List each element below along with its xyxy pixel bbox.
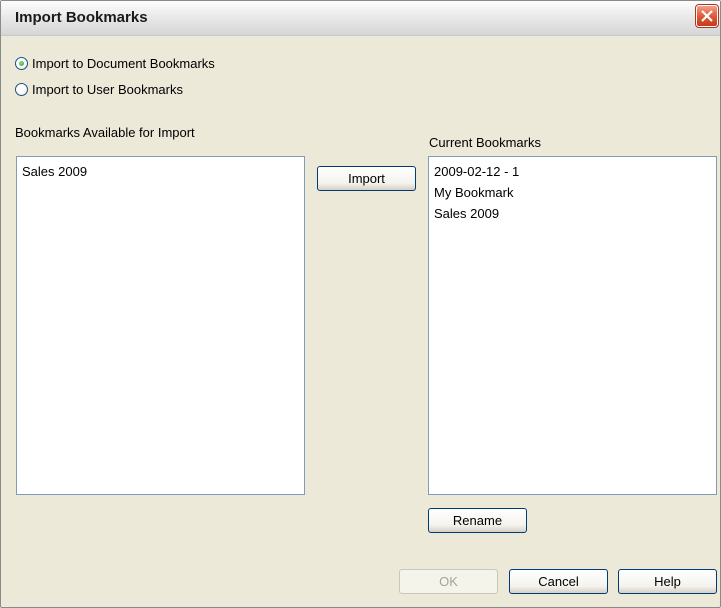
radio-import-user[interactable]: Import to User Bookmarks bbox=[15, 80, 183, 98]
list-item[interactable]: 2009-02-12 - 1 bbox=[434, 161, 711, 182]
radio-label: Import to User Bookmarks bbox=[32, 81, 183, 97]
available-bookmarks-list[interactable]: Sales 2009 bbox=[16, 156, 305, 495]
list-item[interactable]: Sales 2009 bbox=[434, 203, 711, 224]
list-item[interactable]: My Bookmark bbox=[434, 182, 711, 203]
list-item[interactable]: Sales 2009 bbox=[22, 161, 299, 182]
dialog-title: Import Bookmarks bbox=[15, 9, 148, 26]
title-bar[interactable]: Import Bookmarks bbox=[1, 1, 720, 36]
available-bookmarks-label: Bookmarks Available for Import bbox=[15, 125, 195, 140]
close-button[interactable] bbox=[695, 4, 719, 28]
current-bookmarks-list[interactable]: 2009-02-12 - 1 My Bookmark Sales 2009 bbox=[428, 156, 717, 495]
radio-button[interactable] bbox=[15, 56, 28, 70]
current-bookmarks-label: Current Bookmarks bbox=[429, 135, 541, 150]
ok-button[interactable]: OK bbox=[399, 569, 498, 594]
close-icon bbox=[701, 10, 713, 22]
help-button[interactable]: Help bbox=[618, 569, 717, 594]
cancel-button[interactable]: Cancel bbox=[509, 569, 608, 594]
rename-button[interactable]: Rename bbox=[428, 508, 527, 533]
radio-selected-dot bbox=[19, 60, 24, 66]
radio-button[interactable] bbox=[15, 82, 28, 96]
import-bookmarks-dialog: Import Bookmarks Import to Document Book… bbox=[0, 0, 721, 608]
radio-import-document[interactable]: Import to Document Bookmarks bbox=[15, 54, 215, 72]
radio-label: Import to Document Bookmarks bbox=[32, 55, 215, 71]
import-button[interactable]: Import bbox=[317, 166, 416, 191]
